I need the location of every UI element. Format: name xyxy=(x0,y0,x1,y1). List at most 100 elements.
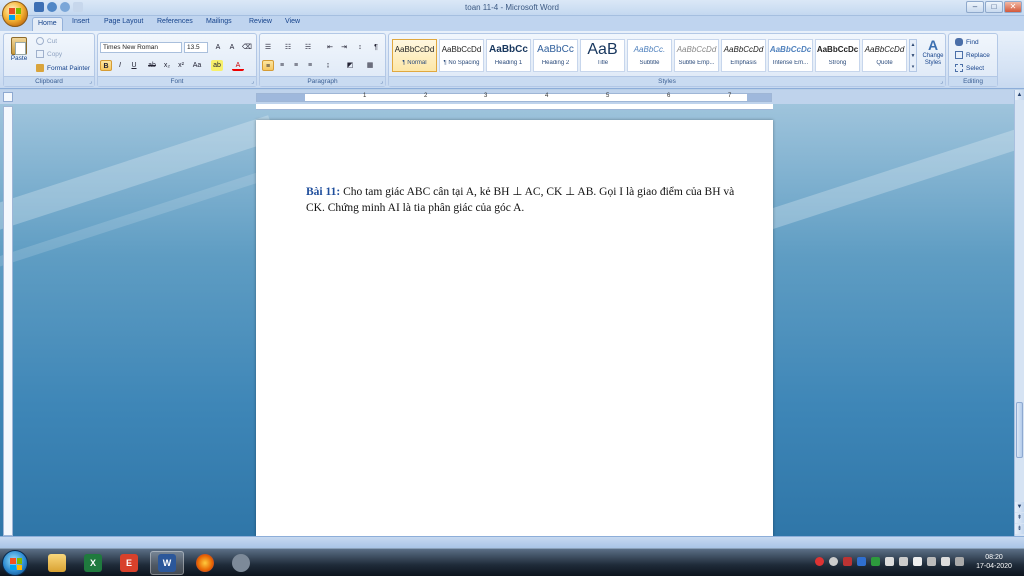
tray-icon[interactable] xyxy=(843,557,852,566)
scroll-up-icon[interactable]: ▲ xyxy=(1015,90,1024,100)
style-name: Heading 1 xyxy=(494,60,523,66)
show-marks-icon[interactable]: ¶ xyxy=(370,42,382,53)
tab-review[interactable]: Review xyxy=(249,18,272,25)
style-heading-2[interactable]: AaBbCc Heading 2 xyxy=(533,39,578,72)
tab-references[interactable]: References xyxy=(157,18,193,25)
italic-button[interactable]: I xyxy=(114,60,126,71)
underline-button[interactable]: U xyxy=(128,60,140,71)
next-page-icon[interactable]: ⇟ xyxy=(1015,524,1024,534)
horizontal-ruler[interactable]: 1 2 3 4 5 6 7 xyxy=(256,93,772,102)
scroll-down-icon[interactable]: ▼ xyxy=(1015,502,1024,512)
vertical-ruler[interactable] xyxy=(3,106,13,536)
change-case-button[interactable]: Aa xyxy=(191,60,203,71)
align-right-icon[interactable]: ≡ xyxy=(290,60,302,71)
numbering-icon[interactable]: ☷ xyxy=(282,42,294,53)
taskbar-file-explorer[interactable] xyxy=(40,551,74,575)
align-left-icon[interactable]: ≡ xyxy=(262,60,274,71)
align-center-icon[interactable]: ≡ xyxy=(276,60,288,71)
select-button[interactable]: Select xyxy=(955,64,984,72)
line-spacing-icon[interactable]: ↨ xyxy=(322,60,334,71)
close-button[interactable]: ✕ xyxy=(1004,1,1022,13)
volume-icon[interactable] xyxy=(941,557,950,566)
format-painter-button[interactable]: Format Painter xyxy=(36,64,90,72)
previous-page-icon[interactable]: ⇞ xyxy=(1015,513,1024,523)
style-sample: AaBbCcDd xyxy=(441,45,482,54)
start-button[interactable] xyxy=(2,550,28,576)
font-name-select[interactable]: Times New Roman xyxy=(100,42,182,53)
style-intense-emphasis[interactable]: AaBbCcDc Intense Em... xyxy=(768,39,813,72)
style-strong[interactable]: AaBbCcDc Strong xyxy=(815,39,860,72)
paste-button[interactable]: Paste xyxy=(8,37,30,62)
style-name: Heading 2 xyxy=(541,60,570,66)
document-page[interactable]: Bài 11: Cho tam giác ABC cân tại A, kẻ B… xyxy=(256,120,773,536)
font-launcher-icon[interactable]: ⌟ xyxy=(251,78,254,85)
styles-scroll-arrows[interactable]: ▲ ▼ ▾ xyxy=(909,39,917,72)
tab-mailings[interactable]: Mailings xyxy=(206,18,232,25)
tab-selector-icon[interactable] xyxy=(3,92,13,102)
style-quote[interactable]: AaBbCcDd Quote xyxy=(862,39,907,72)
replace-button[interactable]: Replace xyxy=(955,51,990,59)
copy-button[interactable]: Copy xyxy=(36,50,62,58)
tray-icon[interactable] xyxy=(871,557,880,566)
tab-page-layout[interactable]: Page Layout xyxy=(104,18,143,25)
highlight-icon[interactable]: ab xyxy=(211,60,223,71)
grow-font-icon[interactable]: A xyxy=(212,42,224,53)
increase-indent-icon[interactable]: ⇥ xyxy=(338,42,350,53)
justify-icon[interactable]: ≡ xyxy=(304,60,316,71)
style-normal[interactable]: AaBbCcDd ¶ Normal xyxy=(392,39,437,72)
paragraph-launcher-icon[interactable]: ⌟ xyxy=(380,78,383,85)
vertical-scrollbar[interactable]: ▲ ▼ ⇞ ⇟ xyxy=(1014,90,1024,536)
style-heading-1[interactable]: AaBbCc Heading 1 xyxy=(486,39,531,72)
scroll-thumb[interactable] xyxy=(1016,402,1023,458)
style-title[interactable]: AaB Title xyxy=(580,39,625,72)
multilevel-list-icon[interactable]: ☵ xyxy=(302,42,314,53)
clear-format-icon[interactable]: ⌫ xyxy=(241,42,253,53)
keyboard-icon[interactable] xyxy=(885,557,894,566)
shading-icon[interactable]: ◩ xyxy=(344,60,356,71)
decrease-indent-icon[interactable]: ⇤ xyxy=(324,42,336,53)
subscript-button[interactable]: x₂ xyxy=(161,60,173,71)
bullets-icon[interactable]: ☰ xyxy=(262,42,274,53)
office-button[interactable] xyxy=(2,1,28,27)
style-emphasis[interactable]: AaBbCcDd Emphasis xyxy=(721,39,766,72)
superscript-button[interactable]: x² xyxy=(175,60,187,71)
style-subtle-emphasis[interactable]: AaBbCcDd Subtle Emp... xyxy=(674,39,719,72)
bluetooth-icon[interactable] xyxy=(857,557,866,566)
tab-insert[interactable]: Insert xyxy=(72,18,90,25)
taskbar-foxit[interactable]: E xyxy=(112,551,146,575)
sort-icon[interactable]: ↕ xyxy=(354,42,366,53)
document-text[interactable]: Bài 11: Cho tam giác ABC cân tại A, kẻ B… xyxy=(306,184,748,216)
maximize-button[interactable]: □ xyxy=(985,1,1003,13)
system-tray xyxy=(815,557,964,566)
style-no-spacing[interactable]: AaBbCcDd ¶ No Spacing xyxy=(439,39,484,72)
tab-home[interactable]: Home xyxy=(32,17,63,31)
taskbar-firefox[interactable] xyxy=(188,551,222,575)
change-styles-button[interactable]: A Change Styles xyxy=(920,37,946,67)
font-size-select[interactable]: 13.5 xyxy=(184,42,208,53)
clipboard-launcher-icon[interactable]: ⌟ xyxy=(89,78,92,85)
font-label: Font xyxy=(98,76,256,86)
tray-icon[interactable] xyxy=(829,557,838,566)
tray-icon[interactable] xyxy=(899,557,908,566)
tray-icon[interactable] xyxy=(815,557,824,566)
minimize-button[interactable]: – xyxy=(966,1,984,13)
taskbar-word[interactable]: W xyxy=(150,551,184,575)
borders-icon[interactable]: ▦ xyxy=(364,60,376,71)
ruler-number: 3 xyxy=(484,93,488,99)
signal-icon[interactable] xyxy=(955,557,964,566)
flag-icon[interactable] xyxy=(913,557,922,566)
shrink-font-icon[interactable]: A xyxy=(226,42,238,53)
font-color-icon[interactable]: A xyxy=(232,60,244,71)
bold-button[interactable]: B xyxy=(100,60,112,71)
windows-logo-icon xyxy=(10,558,22,570)
taskbar-app[interactable] xyxy=(224,551,258,575)
style-subtitle[interactable]: AaBbCc. Subtitle xyxy=(627,39,672,72)
find-button[interactable]: Find xyxy=(955,38,979,46)
strikethrough-button[interactable]: ab xyxy=(146,60,158,71)
tab-view[interactable]: View xyxy=(285,18,300,25)
styles-launcher-icon[interactable]: ⌟ xyxy=(940,78,943,85)
clock[interactable]: 08:20 17-04-2020 xyxy=(968,553,1020,571)
cut-button[interactable]: Cut xyxy=(36,37,57,45)
network-icon[interactable] xyxy=(927,557,936,566)
taskbar-excel[interactable]: X xyxy=(76,551,110,575)
